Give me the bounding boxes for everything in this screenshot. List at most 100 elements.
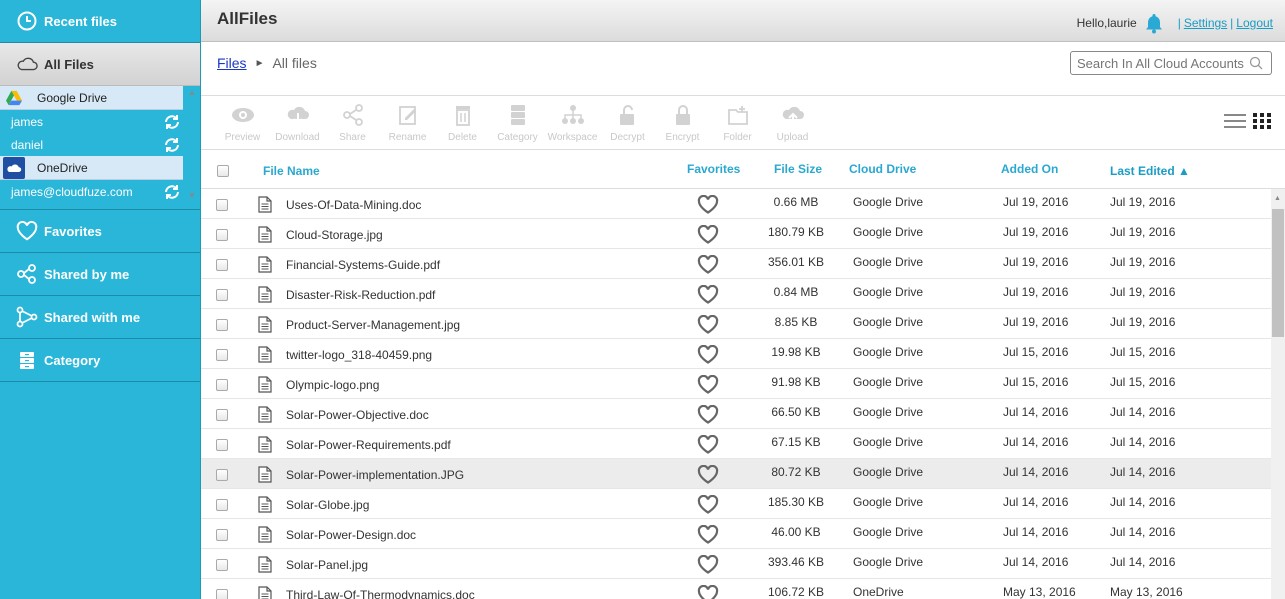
favorite-heart-icon[interactable] [697, 254, 719, 274]
row-checkbox[interactable] [216, 409, 228, 421]
file-name[interactable]: Cloud-Storage.jpg [286, 228, 383, 242]
sidebar-item-recent-files[interactable]: Recent files [0, 0, 200, 43]
column-header-favorites[interactable]: Favorites [687, 162, 740, 176]
bell-icon[interactable] [1143, 12, 1165, 34]
list-view-icon[interactable] [1224, 112, 1246, 130]
account-user-james[interactable]: james [0, 110, 183, 133]
row-checkbox[interactable] [216, 289, 228, 301]
row-checkbox[interactable] [216, 499, 228, 511]
row-checkbox[interactable] [216, 589, 228, 599]
search-input[interactable] [1077, 55, 1247, 71]
sidebar-item-shared-with-me[interactable]: Shared with me [0, 296, 200, 339]
table-row[interactable]: Solar-Power-Requirements.pdf 67.15 KB Goog… [201, 429, 1271, 459]
table-row[interactable]: Solar-Panel.jpg 393.46 KB Google Drive Jul … [201, 549, 1271, 579]
row-checkbox[interactable] [216, 469, 228, 481]
file-name[interactable]: Solar-Panel.jpg [286, 558, 368, 572]
row-checkbox[interactable] [216, 259, 228, 271]
column-header-cloud-drive[interactable]: Cloud Drive [849, 162, 916, 176]
upload-button[interactable]: Upload [765, 104, 820, 143]
favorite-heart-icon[interactable] [697, 524, 719, 544]
column-header-added-on[interactable]: Added On [1001, 162, 1058, 176]
table-row[interactable]: twitter-logo_318-40459.png 19.98 KB Google… [201, 339, 1271, 369]
table-row[interactable]: Financial-Systems-Guide.pdf 356.01 KB Goog… [201, 249, 1271, 279]
favorite-heart-icon[interactable] [697, 194, 719, 214]
download-button[interactable]: Download [270, 104, 325, 143]
row-checkbox[interactable] [216, 439, 228, 451]
file-name[interactable]: Solar-Power-Design.doc [286, 528, 416, 542]
rename-button[interactable]: Rename [380, 104, 435, 143]
search-box[interactable] [1070, 51, 1272, 75]
sync-icon[interactable] [163, 183, 181, 201]
scroll-up-icon[interactable]: ▲ [1274, 195, 1281, 202]
preview-button[interactable]: Preview [215, 104, 270, 143]
decrypt-button[interactable]: Decrypt [600, 104, 655, 143]
encrypt-button[interactable]: Encrypt [655, 104, 710, 143]
table-scrollbar[interactable]: ▲ [1271, 189, 1285, 599]
table-row[interactable]: Cloud-Storage.jpg 180.79 KB Google Drive Ju… [201, 219, 1271, 249]
row-checkbox[interactable] [216, 229, 228, 241]
scrollbar-thumb[interactable] [1272, 209, 1284, 337]
table-row[interactable]: Olympic-logo.png 91.98 KB Google Drive Jul … [201, 369, 1271, 399]
file-name[interactable]: Solar-Globe.jpg [286, 498, 369, 512]
table-row[interactable]: Solar-Power-implementation.JPG 80.72 KB Go… [201, 459, 1271, 489]
select-all-checkbox[interactable] [217, 165, 229, 177]
column-header-last-edited[interactable]: Last Edited ▲ [1110, 164, 1190, 178]
file-name[interactable]: Solar-Power-Objective.doc [286, 408, 429, 422]
new-folder-button[interactable]: Folder [710, 104, 765, 143]
logout-link[interactable]: Logout [1236, 16, 1273, 30]
table-row[interactable]: Solar-Power-Design.doc 46.00 KB Google Dri… [201, 519, 1271, 549]
sidebar-item-all-files[interactable]: All Files [0, 43, 200, 86]
favorite-heart-icon[interactable] [697, 344, 719, 364]
favorite-heart-icon[interactable] [697, 284, 719, 304]
table-row[interactable]: Solar-Power-Objective.doc 66.50 KB Google … [201, 399, 1271, 429]
favorite-heart-icon[interactable] [697, 404, 719, 424]
workspace-button[interactable]: Workspace [545, 104, 600, 143]
table-row[interactable]: Solar-Globe.jpg 185.30 KB Google Drive Jul … [201, 489, 1271, 519]
account-user-daniel[interactable]: daniel [0, 133, 183, 156]
grid-view-icon[interactable] [1252, 112, 1274, 130]
table-row[interactable]: Product-Server-Management.jpg 8.85 KB Goog… [201, 309, 1271, 339]
sync-icon[interactable] [163, 113, 181, 131]
row-checkbox[interactable] [216, 349, 228, 361]
favorite-heart-icon[interactable] [697, 554, 719, 574]
breadcrumb-files-link[interactable]: Files [217, 55, 247, 71]
sync-icon[interactable] [163, 136, 181, 154]
table-row[interactable]: Disaster-Risk-Reduction.pdf 0.84 MB Google… [201, 279, 1271, 309]
delete-button[interactable]: Delete [435, 104, 490, 143]
row-checkbox[interactable] [216, 379, 228, 391]
file-name[interactable]: Uses-Of-Data-Mining.doc [286, 198, 421, 212]
account-user-james-onedrive[interactable]: james@cloudfuze.com [0, 180, 183, 203]
file-name[interactable]: Disaster-Risk-Reduction.pdf [286, 288, 435, 302]
file-name[interactable]: Product-Server-Management.jpg [286, 318, 460, 332]
search-icon[interactable] [1249, 56, 1263, 70]
sidebar-item-shared-by-me[interactable]: Shared by me [0, 253, 200, 296]
column-header-file-size[interactable]: File Size [774, 162, 822, 176]
file-name[interactable]: Solar-Power-Requirements.pdf [286, 438, 451, 452]
file-name[interactable]: Financial-Systems-Guide.pdf [286, 258, 440, 272]
row-checkbox[interactable] [216, 559, 228, 571]
row-checkbox[interactable] [216, 319, 228, 331]
favorite-heart-icon[interactable] [697, 494, 719, 514]
favorite-heart-icon[interactable] [697, 464, 719, 484]
file-name[interactable]: Solar-Power-implementation.JPG [286, 468, 464, 482]
accounts-scrollbar[interactable]: ▲ ▼ [186, 88, 198, 206]
column-header-file-name[interactable]: File Name [263, 164, 320, 178]
category-button[interactable]: Category [490, 104, 545, 143]
file-name[interactable]: twitter-logo_318-40459.png [286, 348, 432, 362]
table-row[interactable]: Third-Law-Of-Thermodynamics.doc 106.72 KB… [201, 579, 1271, 599]
favorite-heart-icon[interactable] [697, 584, 719, 599]
favorite-heart-icon[interactable] [697, 224, 719, 244]
account-onedrive[interactable]: OneDrive [0, 156, 183, 180]
favorite-heart-icon[interactable] [697, 314, 719, 334]
row-checkbox[interactable] [216, 529, 228, 541]
share-button[interactable]: Share [325, 104, 380, 143]
settings-link[interactable]: Settings [1184, 16, 1227, 30]
favorite-heart-icon[interactable] [697, 434, 719, 454]
scroll-up-icon[interactable]: ▲ [186, 88, 198, 97]
table-row[interactable]: Uses-Of-Data-Mining.doc 0.66 MB Google Dri… [201, 189, 1271, 219]
row-checkbox[interactable] [216, 199, 228, 211]
scroll-down-icon[interactable]: ▼ [186, 191, 198, 200]
sidebar-item-category[interactable]: Category [0, 339, 200, 382]
sidebar-item-favorites[interactable]: Favorites [0, 210, 200, 253]
favorite-heart-icon[interactable] [697, 374, 719, 394]
